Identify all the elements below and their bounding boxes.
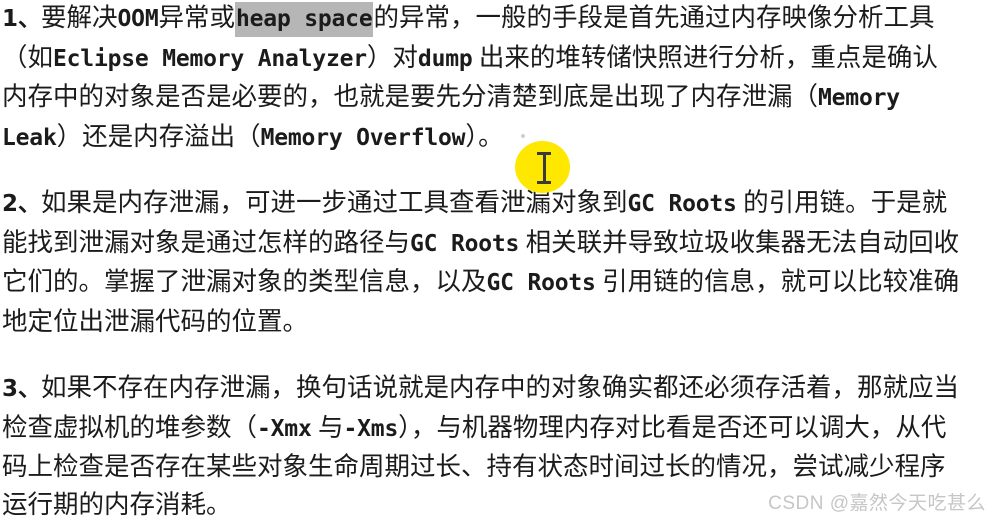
text-line: 2、如果是内存泄漏，可进一步通过工具查看泄漏对象到GC Roots 的引用链。于… — [2, 184, 959, 224]
paragraph-2[interactable]: 2、如果是内存泄漏，可进一步通过工具查看泄漏对象到GC Roots 的引用链。于… — [2, 184, 959, 340]
code-text-run: -Xmx — [257, 416, 312, 442]
text-run: （如 — [2, 43, 53, 72]
text-line: 检查虚拟机的堆参数（-Xmx 与-Xms），与机器物理内存对比看是否还可以调大，… — [2, 409, 959, 449]
text-run: 引用链的信息，就可以比较准确 — [596, 267, 959, 296]
code-text-run: dump — [418, 46, 473, 72]
paragraph-1[interactable]: 1、要解决OOM异常或heap space的异常，一般的手段是首先通过内存映像分… — [2, 0, 938, 157]
text-run: 如果是内存泄漏，可进一步通过工具查看泄漏对象到 — [41, 188, 628, 217]
text-line: 码上检查是否存在某些对象生命周期过长、持有状态时间过长的情况，尝试减少程序 — [2, 448, 959, 486]
document-page: 1、要解决OOM异常或heap space的异常，一般的手段是首先通过内存映像分… — [0, 0, 998, 521]
text-run: 能找到泄漏对象是通过怎样的路径与 — [2, 228, 410, 257]
text-run: 与 — [312, 413, 344, 442]
text-line: 1、要解决OOM异常或heap space的异常，一般的手段是首先通过内存映像分… — [2, 0, 938, 39]
text-run: ）对 — [367, 43, 418, 72]
code-text-run: OOM — [118, 6, 159, 32]
text-line: 内存中的对象是否是必要的，也就是要先分清楚到底是出现了内存泄漏（Memory — [2, 78, 938, 118]
stray-pixel-artifact — [521, 134, 525, 138]
text-run: ），与机器物理内存对比看是否还可以调大，从代 — [398, 413, 946, 442]
list-marker: 2、 — [2, 191, 41, 217]
text-line: 能找到泄漏对象是通过怎样的路径与GC Roots 相关联并导致垃圾收集器无法自动… — [2, 224, 959, 264]
text-line: 3、如果不存在内存泄漏，换句话说就是内存中的对象确实都还必须存活着，那就应当 — [2, 369, 959, 409]
text-run: 如果不存在内存泄漏，换句话说就是内存中的对象确实都还必须存活着，那就应当 — [41, 373, 959, 402]
text-run: ）还是内存溢出（ — [57, 122, 261, 151]
code-text-run: GC Roots — [487, 270, 596, 296]
text-run: ）。 — [465, 122, 503, 151]
code-text-run: GC Roots — [410, 231, 519, 257]
code-text-run: Memory Overflow — [261, 125, 466, 151]
text-run: 它们的。掌握了泄漏对象的类型信息，以及 — [2, 267, 487, 296]
text-run: 内存中的对象是否是必要的，也就是要先分清楚到底是出现了内存泄漏（ — [2, 82, 818, 111]
list-marker: 1、 — [2, 6, 41, 32]
text-run: 地定位出泄漏代码的位置。 — [2, 307, 308, 336]
text-run: 的引用链。于是就 — [737, 188, 947, 217]
ibeam-stem — [543, 154, 546, 182]
text-run: 运行期的内存消耗。 — [2, 490, 232, 519]
text-run: 异常或 — [158, 3, 235, 32]
code-text-run: GC Roots — [628, 191, 737, 217]
text-line: Leak）还是内存溢出（Memory Overflow）。 — [2, 118, 938, 158]
text-line: （如Eclipse Memory Analyzer）对dump 出来的堆转储快照… — [2, 39, 938, 79]
code-text-run: -Xms — [344, 416, 399, 442]
text-run: 要解决 — [41, 3, 118, 32]
list-marker: 3、 — [2, 376, 41, 402]
csdn-watermark: CSDN @嘉然今天吃甚么 — [768, 488, 986, 515]
text-line: 它们的。掌握了泄漏对象的类型信息，以及GC Roots 引用链的信息，就可以比较… — [2, 263, 959, 303]
text-run: 码上检查是否存在某些对象生命周期过长、持有状态时间过长的情况，尝试减少程序 — [2, 452, 946, 481]
text-run: 出来的堆转储快照进行分析，重点是确认 — [473, 43, 938, 72]
text-run: 检查虚拟机的堆参数（ — [2, 413, 257, 442]
text-run: 的异常，一般的手段是首先通过内存映像分析工具 — [373, 3, 934, 32]
code-text-run: Memory — [818, 85, 900, 111]
code-text-run: Leak — [2, 125, 57, 151]
code-text-run: Eclipse Memory Analyzer — [53, 46, 367, 72]
text-run: 相关联并导致垃圾收集器无法自动回收 — [519, 228, 959, 257]
selected-text-run[interactable]: heap space — [235, 2, 373, 37]
text-line: 地定位出泄漏代码的位置。 — [2, 303, 959, 341]
